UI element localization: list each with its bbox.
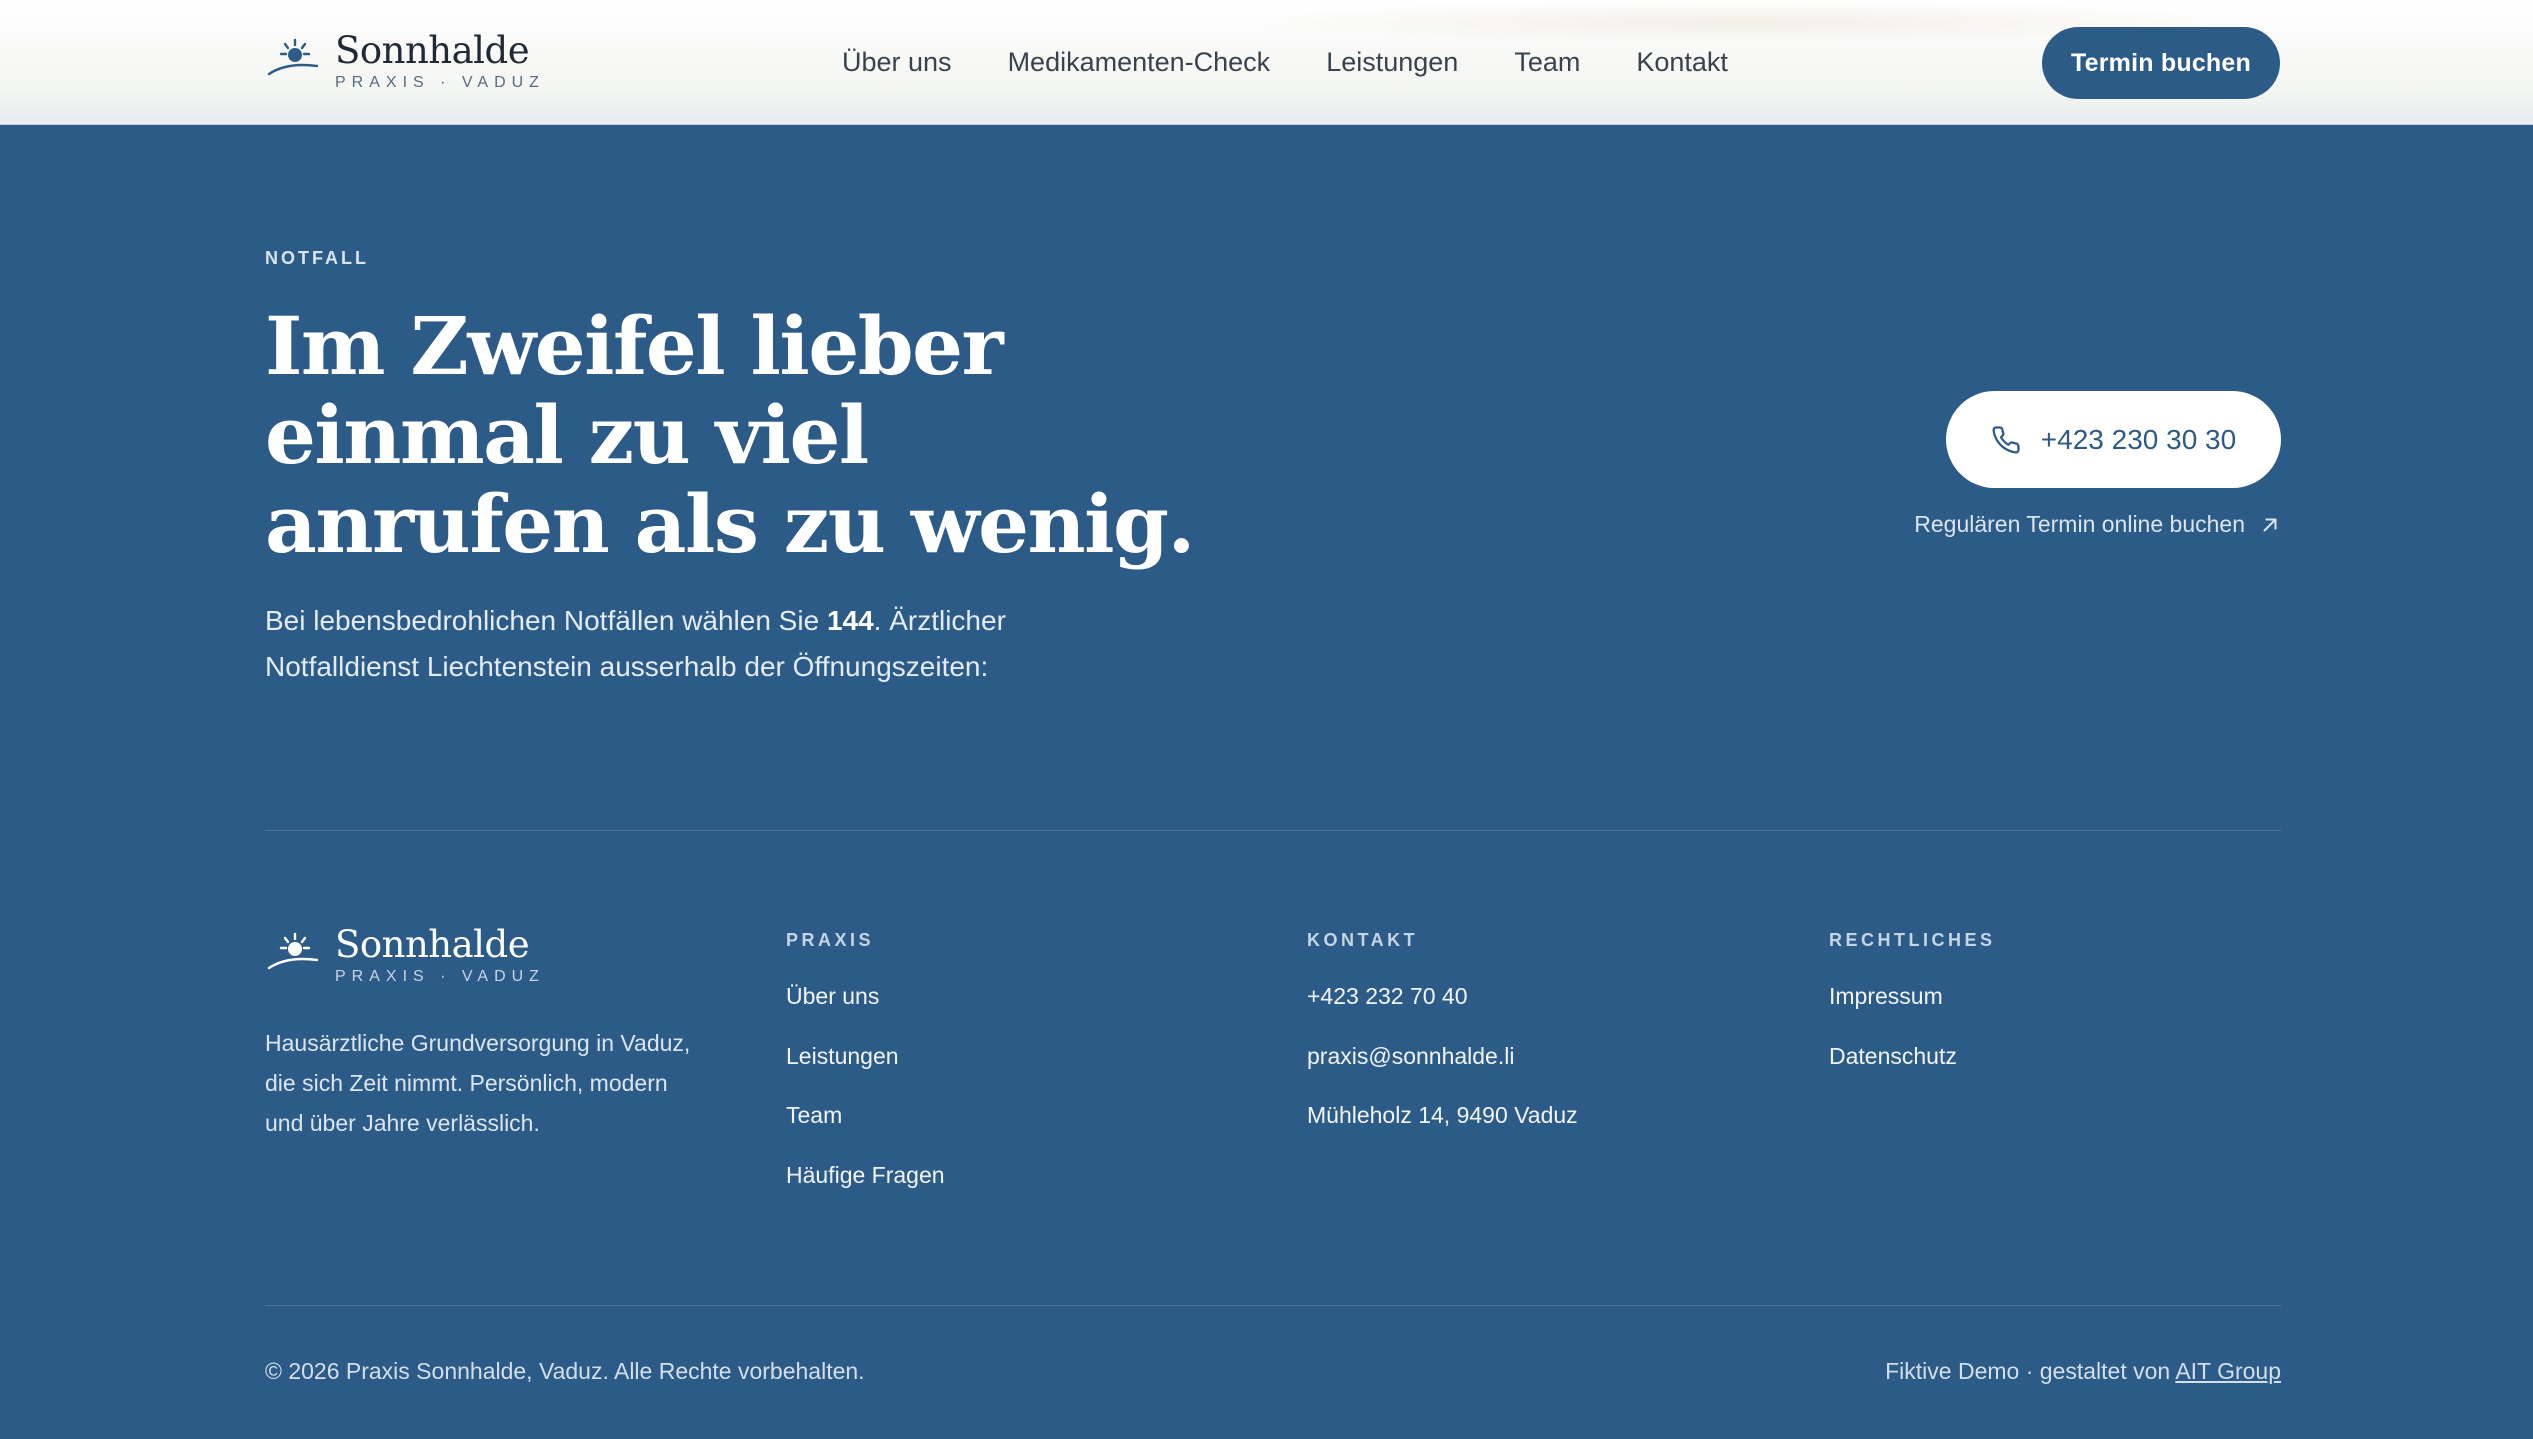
footer-column-praxis: PRAXIS Über uns Leistungen Team Häufige … xyxy=(786,930,945,1219)
section-divider xyxy=(265,830,2281,831)
sun-logo-icon xyxy=(265,924,333,986)
footer-column-title: PRAXIS xyxy=(786,930,875,950)
header-logo[interactable]: Sonnhalde PRAXIS · VADUZ xyxy=(265,30,545,93)
site-header: Sonnhalde PRAXIS · VADUZ Über uns Medika… xyxy=(0,0,2533,125)
emergency-headline: Im Zweifel lieber einmal zu viel anrufen… xyxy=(265,299,1195,571)
sun-logo-icon xyxy=(265,30,333,92)
footer-logo-name: Sonnhalde xyxy=(335,923,530,966)
footer-link-team[interactable]: Team xyxy=(786,1100,945,1130)
main-nav: Über uns Medikamenten-Check Leistungen T… xyxy=(842,43,1784,81)
footer-link-email[interactable]: praxis@sonnhalde.li xyxy=(1307,1041,1578,1071)
emergency-phone-number: +423 230 30 30 xyxy=(2040,423,2237,455)
phone-icon xyxy=(1991,425,2021,455)
book-appointment-button[interactable]: Termin buchen xyxy=(2042,27,2280,99)
headline-line-2: einmal zu viel xyxy=(265,388,869,482)
nav-kontakt[interactable]: Kontakt xyxy=(1636,43,1728,81)
credits-prefix: Fiktive Demo · gestaltet von xyxy=(1885,1358,2176,1384)
footer-logo-subtitle: PRAXIS · VADUZ xyxy=(335,968,545,985)
footer-link-leistungen[interactable]: Leistungen xyxy=(786,1041,945,1071)
footer-link-address[interactable]: Mühleholz 14, 9490 Vaduz xyxy=(1307,1100,1578,1130)
footer-link-ueber-uns[interactable]: Über uns xyxy=(786,981,945,1011)
footer-column-kontakt: KONTAKT +423 232 70 40 praxis@sonnhalde.… xyxy=(1307,930,1578,1160)
emergency-number: 144 xyxy=(826,605,874,636)
nav-team[interactable]: Team xyxy=(1514,43,1580,81)
arrow-up-right-icon xyxy=(2259,514,2281,536)
emergency-lead: Bei lebensbedrohlichen Notfällen wählen … xyxy=(265,598,1065,690)
headline-line-1: Im Zweifel lieber xyxy=(265,299,1004,393)
logo-name: Sonnhalde xyxy=(335,29,530,72)
footer-column-title: RECHTLICHES xyxy=(1829,930,1996,950)
online-booking-link[interactable]: Regulären Termin online buchen xyxy=(1890,511,2281,538)
footer-link-faq[interactable]: Häufige Fragen xyxy=(786,1160,945,1190)
online-booking-label: Regulären Termin online buchen xyxy=(1914,511,2245,537)
nav-medikamenten-check[interactable]: Medikamenten-Check xyxy=(1008,43,1271,81)
credits-text: Fiktive Demo · gestaltet von AIT Group xyxy=(1885,1358,2281,1385)
lead-text-before: Bei lebensbedrohlichen Notfällen wählen … xyxy=(265,605,827,636)
footer-link-impressum[interactable]: Impressum xyxy=(1829,981,1996,1011)
section-eyebrow: NOTFALL xyxy=(265,248,369,268)
footer-logo[interactable]: Sonnhalde PRAXIS · VADUZ xyxy=(265,924,545,987)
footer-about-text: Hausärztliche Grundversorgung in Vaduz, … xyxy=(265,1030,691,1136)
footer-link-phone[interactable]: +423 232 70 40 xyxy=(1307,981,1578,1011)
emergency-phone-button[interactable]: +423 230 30 30 xyxy=(1946,391,2281,488)
copyright-text: © 2026 Praxis Sonnhalde, Vaduz. Alle Rec… xyxy=(265,1358,865,1384)
footer-column-title: KONTAKT xyxy=(1307,930,1419,950)
footer-column-rechtliches: RECHTLICHES Impressum Datenschutz xyxy=(1829,930,1996,1100)
footer-link-datenschutz[interactable]: Datenschutz xyxy=(1829,1041,1996,1071)
headline-line-3: anrufen als zu wenig. xyxy=(265,477,1195,571)
logo-subtitle: PRAXIS · VADUZ xyxy=(335,74,545,91)
nav-ueber-uns[interactable]: Über uns xyxy=(842,43,952,81)
credits-link[interactable]: AIT Group xyxy=(2175,1358,2281,1384)
footer-divider xyxy=(265,1305,2281,1306)
nav-leistungen[interactable]: Leistungen xyxy=(1326,43,1458,81)
